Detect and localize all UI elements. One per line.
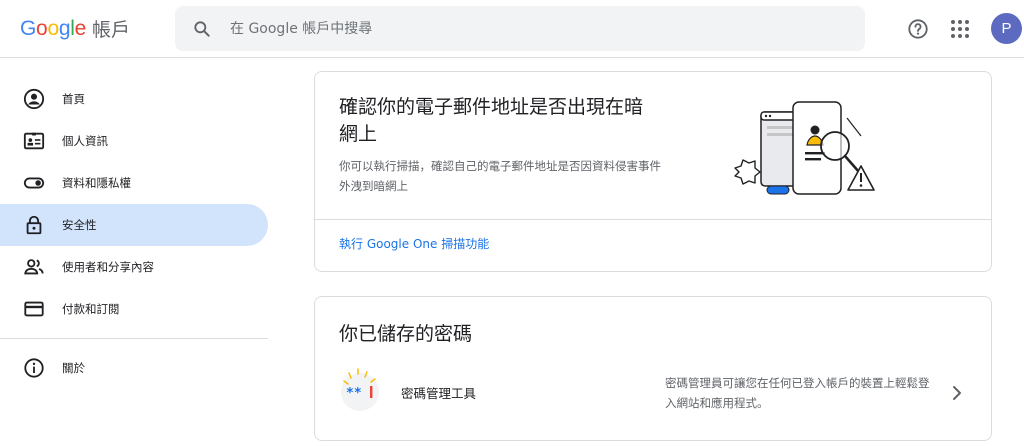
svg-text:**: **: [346, 386, 362, 401]
info-icon: [23, 357, 45, 379]
toggle-icon: [23, 172, 45, 194]
help-button[interactable]: [906, 17, 930, 41]
sidebar-divider: [0, 338, 268, 339]
google-account-logo[interactable]: Google 帳戶: [20, 15, 130, 42]
apps-button[interactable]: [948, 17, 972, 41]
help-icon: [908, 19, 928, 39]
google-logo-text: Google: [20, 16, 86, 40]
sidebar-item-payments[interactable]: 付款和訂閱: [0, 288, 268, 330]
search-input[interactable]: [230, 20, 830, 37]
sidebar-item-label: 首頁: [62, 92, 85, 106]
sidebar-item-label: 個人資訊: [62, 134, 108, 148]
sidebar-item-security[interactable]: 安全性: [0, 204, 268, 246]
home-account-icon: [23, 88, 45, 110]
dark-web-scan-card: 確認你的電子郵件地址是否出現在暗網上 你可以執行掃描，確認自己的電子郵件地址是否…: [314, 71, 992, 272]
sidebar-item-label: 使用者和分享內容: [62, 260, 154, 274]
card-title: 確認你的電子郵件地址是否出現在暗網上: [339, 96, 644, 145]
search-icon[interactable]: [192, 19, 212, 39]
password-manager-row[interactable]: ** 密碼管理工具 密碼管理員可讓您在任何已登入帳戶的裝置上輕鬆登入網站和應用程…: [315, 367, 991, 427]
apps-grid-icon: [951, 20, 969, 38]
sidebar-nav: 首頁 個人資訊 資料和隱私權 安全性 使用者和分享內容 付款和訂閱 關於: [0, 78, 268, 389]
top-bar: Google 帳戶 P: [0, 0, 1024, 58]
lock-icon: [23, 214, 45, 236]
product-name: 帳戶: [91, 19, 130, 41]
chevron-right-icon[interactable]: [947, 383, 967, 403]
run-google-one-scan-link[interactable]: 執行 Google One 掃描功能: [339, 235, 489, 252]
password-manager-icon: **: [341, 368, 379, 411]
password-manager-label: 密碼管理工具: [401, 386, 477, 401]
saved-passwords-card: 你已儲存的密碼 ** 密碼管理工具 密碼管理員可讓您在任何已登入帳戶的裝置上輕鬆…: [314, 296, 992, 441]
sidebar-item-about[interactable]: 關於: [0, 347, 268, 389]
sidebar-item-label: 資料和隱私權: [62, 176, 131, 190]
sidebar-item-label: 付款和訂閱: [62, 302, 120, 316]
sidebar-item-label: 關於: [62, 361, 85, 375]
avatar[interactable]: P: [991, 13, 1022, 44]
sidebar-item-home[interactable]: 首頁: [0, 78, 268, 120]
card-title: 你已儲存的密碼: [339, 323, 473, 345]
search-bar[interactable]: [175, 6, 865, 51]
sidebar-item-personal-info[interactable]: 個人資訊: [0, 120, 268, 162]
dark-web-scan-illustration: [734, 101, 875, 195]
id-card-icon: [23, 130, 45, 152]
sidebar-item-label: 安全性: [62, 218, 97, 232]
credit-card-icon: [23, 298, 45, 320]
card-divider: [315, 219, 991, 220]
card-description: 你可以執行掃描，確認自己的電子郵件地址是否因資料侵害事件外洩到暗網上: [339, 159, 661, 193]
sidebar-item-people-sharing[interactable]: 使用者和分享內容: [0, 246, 268, 288]
people-icon: [23, 256, 45, 278]
password-manager-description: 密碼管理員可讓您在任何已登入帳戶的裝置上輕鬆登入網站和應用程式。: [665, 376, 930, 410]
sidebar-item-data-privacy[interactable]: 資料和隱私權: [0, 162, 268, 204]
